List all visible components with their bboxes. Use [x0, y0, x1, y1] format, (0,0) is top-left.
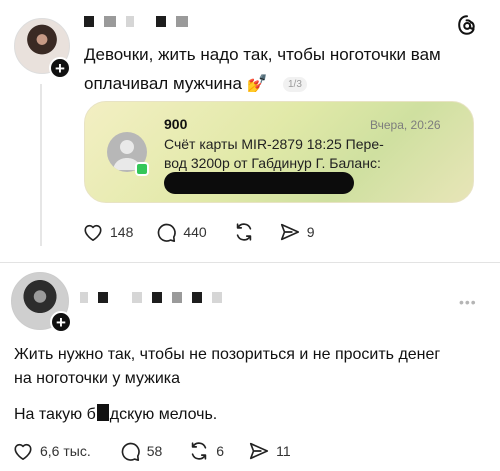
notification-line-1: Счёт карты MIR-2879 18:25 Пере-	[164, 136, 384, 152]
post-text-line-1: Девочки, жить надо так, чтобы ноготочки …	[84, 45, 441, 64]
like-button[interactable]: 148	[82, 222, 133, 242]
reply-repost-count: 6	[216, 443, 225, 459]
comment-icon	[158, 223, 177, 242]
censor-bar	[96, 404, 109, 421]
threads-logo-icon[interactable]	[456, 14, 478, 41]
reply-like-count: 6,6 тыс.	[40, 443, 91, 459]
messages-badge-icon	[135, 162, 149, 176]
notification-sender: 900	[164, 116, 188, 132]
reply-repost-button[interactable]: 6	[188, 440, 224, 462]
reply-author-name-masked[interactable]	[80, 292, 222, 303]
comment-icon	[121, 442, 140, 461]
notification-time: Вчера, 20:26	[370, 118, 441, 132]
reply-comment-button[interactable]: 58	[119, 440, 163, 462]
redaction-bar	[164, 172, 354, 194]
share-count: 9	[306, 224, 315, 240]
post-divider	[0, 262, 500, 263]
reply-comment-count: 58	[146, 443, 163, 459]
thread-line	[40, 84, 42, 246]
reply-like-button[interactable]: 6,6 тыс.	[12, 441, 91, 461]
reply-share-count: 11	[276, 443, 291, 459]
media-counter: 1/3	[283, 77, 307, 92]
reply-text-line-3: На такую б дскую мелочь.	[14, 404, 218, 423]
author-name-masked[interactable]	[84, 16, 188, 27]
repost-button[interactable]	[233, 221, 255, 243]
send-icon	[250, 442, 269, 460]
follow-plus-button[interactable]: +	[49, 57, 71, 79]
more-options-button[interactable]: •••	[459, 294, 477, 310]
share-button[interactable]: 9	[279, 221, 315, 243]
post-text-line-2: оплачивал мужчина 💅	[84, 74, 268, 93]
reply-share-button[interactable]: 11	[248, 440, 291, 462]
repost-icon	[192, 442, 207, 460]
reply-text-line-1: Жить нужно так, чтобы не позориться и не…	[14, 346, 441, 363]
repost-icon	[236, 223, 251, 241]
like-count: 148	[110, 224, 134, 240]
comment-count: 440	[183, 224, 207, 240]
reply-text-line-2: на ноготочки у мужика	[14, 370, 181, 387]
bank-notification-image[interactable]: 900 Вчера, 20:26 Счёт карты MIR-2879 18:…	[84, 101, 474, 203]
post1-actions: 148 440 9	[82, 221, 315, 243]
notification-line-2: вод 3200р от Габдинур Г. Баланс:	[164, 155, 381, 171]
heart-icon	[84, 224, 102, 241]
send-icon	[280, 223, 299, 241]
comment-button[interactable]: 440	[155, 221, 207, 243]
reply-follow-plus-button[interactable]: +	[50, 311, 72, 333]
post2-actions: 6,6 тыс. 58 6 11	[12, 440, 291, 462]
heart-icon	[14, 443, 32, 460]
